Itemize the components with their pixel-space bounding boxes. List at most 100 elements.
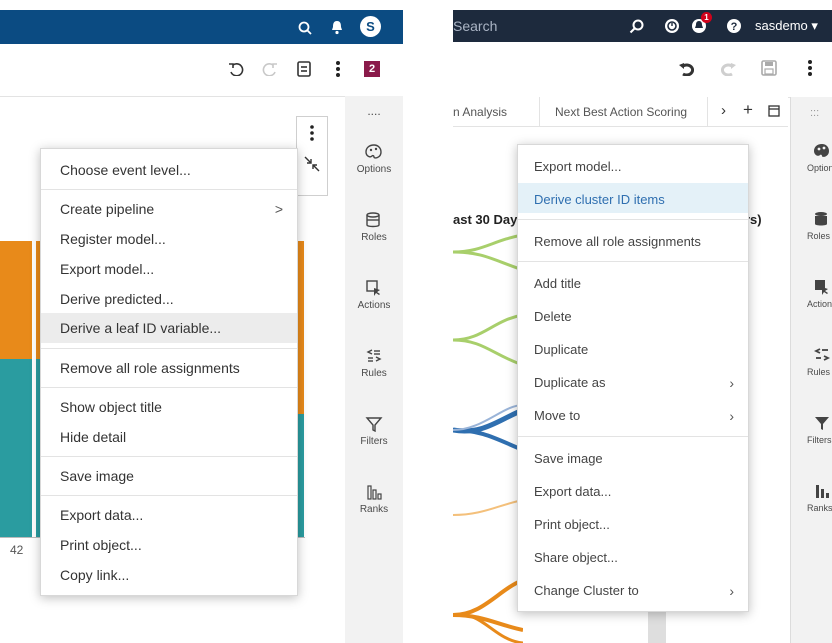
tab-strip: n Analysis Next Best Action Scoring › + bbox=[453, 97, 788, 127]
svg-text:?: ? bbox=[731, 21, 738, 33]
menu-item-show-object-title[interactable]: Show object title bbox=[41, 399, 297, 415]
menu-item-export-model[interactable]: Export model... bbox=[518, 159, 748, 174]
page-badge[interactable]: 2 bbox=[364, 61, 380, 77]
redo-icon[interactable] bbox=[721, 62, 737, 76]
menu-item-remove-role-assignments[interactable]: Remove all role assignments bbox=[41, 360, 297, 376]
menu-item-delete[interactable]: Delete bbox=[518, 309, 748, 324]
menu-item-register-model[interactable]: Register model... bbox=[41, 231, 297, 247]
rail-label: Filters bbox=[807, 435, 832, 445]
maximize-icon[interactable] bbox=[303, 155, 321, 173]
rail-item-rules[interactable]: Rules bbox=[345, 348, 403, 379]
menu-item-choose-event-level[interactable]: Choose event level... bbox=[41, 162, 297, 178]
more-vertical-icon[interactable] bbox=[807, 59, 813, 77]
screenshot-gap bbox=[403, 0, 453, 643]
search-icon[interactable] bbox=[298, 21, 312, 35]
rail-item-rules[interactable]: Rules bbox=[790, 347, 832, 377]
sankey-flows bbox=[453, 233, 523, 643]
rail-label: Ranks bbox=[807, 503, 832, 513]
rail-item-roles[interactable]: Roles bbox=[790, 211, 832, 241]
rail-item-ranks[interactable]: Ranks bbox=[345, 484, 403, 515]
menu-item-export-data[interactable]: Export data... bbox=[518, 484, 748, 499]
menu-divider bbox=[41, 189, 297, 190]
tabs-scroll-right-icon[interactable]: › bbox=[721, 102, 726, 119]
search-input[interactable]: Search bbox=[453, 18, 497, 34]
menu-item-hide-detail[interactable]: Hide detail bbox=[41, 429, 297, 445]
tab-next-best-action-scoring[interactable]: Next Best Action Scoring bbox=[555, 105, 687, 119]
menu-item-move-to[interactable]: Move to › bbox=[518, 408, 748, 424]
menu-item-derive-leaf-id[interactable]: Derive a leaf ID variable... bbox=[41, 320, 297, 336]
undo-icon[interactable] bbox=[228, 62, 244, 76]
add-page-icon[interactable]: + bbox=[743, 100, 753, 120]
save-icon[interactable] bbox=[761, 60, 777, 76]
menu-item-duplicate-as[interactable]: Duplicate as › bbox=[518, 375, 748, 391]
left-screenshot: S 2 42 .... Options Roles Actions Rules … bbox=[0, 0, 403, 643]
rail-more[interactable]: .... bbox=[345, 104, 403, 118]
menu-item-share-object[interactable]: Share object... bbox=[518, 550, 748, 565]
avatar[interactable]: S bbox=[360, 16, 381, 37]
chart-title: ast 30 Day bbox=[453, 212, 518, 227]
rail-item-filters[interactable]: Filters bbox=[790, 415, 832, 445]
rail-label: Roles bbox=[361, 232, 387, 243]
menu-item-derive-cluster-id[interactable]: Derive cluster ID items bbox=[518, 192, 748, 207]
menu-item-label: Create pipeline bbox=[60, 201, 155, 217]
menu-divider bbox=[518, 219, 748, 220]
rail-item-filters[interactable]: Filters bbox=[345, 416, 403, 447]
filter-icon bbox=[815, 417, 829, 430]
menu-divider bbox=[41, 387, 297, 388]
menu-item-remove-role-assignments[interactable]: Remove all role assignments bbox=[518, 234, 748, 249]
right-pane-rail: ::: Option Roles Action Rules Filters Ra… bbox=[790, 97, 832, 643]
filter-icon bbox=[365, 417, 383, 432]
menu-item-save-image[interactable]: Save image bbox=[41, 468, 297, 484]
menu-item-add-title[interactable]: Add title bbox=[518, 276, 748, 291]
rail-item-ranks[interactable]: Ranks bbox=[790, 483, 832, 513]
menu-item-derive-predicted[interactable]: Derive predicted... bbox=[41, 291, 297, 307]
tab-analysis[interactable]: n Analysis bbox=[453, 105, 507, 119]
rail-label: Action bbox=[807, 299, 832, 309]
history-icon[interactable] bbox=[664, 18, 680, 34]
rail-item-options[interactable]: Option bbox=[790, 143, 832, 173]
palette-icon bbox=[814, 144, 829, 157]
rail-more[interactable]: ::: bbox=[790, 107, 832, 119]
menu-item-print-object[interactable]: Print object... bbox=[41, 537, 297, 553]
bar-segment bbox=[0, 241, 32, 359]
tab-divider bbox=[539, 97, 540, 126]
rail-label: Actions bbox=[357, 300, 391, 311]
menu-item-create-pipeline[interactable]: Create pipeline > bbox=[41, 201, 297, 217]
undo-icon[interactable] bbox=[678, 62, 694, 76]
menu-divider bbox=[518, 261, 748, 262]
bell-icon[interactable] bbox=[330, 20, 344, 35]
object-menu-icon[interactable] bbox=[309, 124, 315, 142]
menu-item-label: Change Cluster to bbox=[534, 583, 639, 598]
redo-icon[interactable] bbox=[262, 62, 278, 76]
menu-item-copy-link[interactable]: Copy link... bbox=[41, 567, 297, 583]
object-context-menu: Choose event level... Create pipeline > R… bbox=[40, 148, 298, 596]
menu-item-print-object[interactable]: Print object... bbox=[518, 517, 748, 532]
menu-item-save-image[interactable]: Save image bbox=[518, 451, 748, 466]
roles-icon bbox=[815, 212, 827, 226]
cursor-icon bbox=[815, 280, 828, 295]
save-icon[interactable] bbox=[297, 61, 311, 77]
rail-label: Ranks bbox=[359, 504, 389, 515]
rail-item-options[interactable]: Options bbox=[345, 144, 403, 175]
ranks-icon bbox=[367, 485, 382, 500]
right-screenshot: Search 1 ? sasdemo ▾ n Analysis Next Bes… bbox=[453, 0, 832, 643]
menu-divider bbox=[518, 436, 748, 437]
help-icon[interactable]: ? bbox=[726, 18, 742, 34]
rail-label: Rules bbox=[807, 367, 831, 377]
menu-item-change-cluster-to[interactable]: Change Cluster to › bbox=[518, 583, 748, 599]
menu-item-label: Duplicate as bbox=[534, 375, 606, 390]
user-menu[interactable]: sasdemo ▾ bbox=[755, 18, 818, 34]
rail-item-actions[interactable]: Actions bbox=[345, 280, 403, 311]
menu-item-export-data[interactable]: Export data... bbox=[41, 507, 297, 523]
rail-label: Options bbox=[356, 164, 392, 175]
more-vertical-icon[interactable] bbox=[335, 60, 341, 78]
palette-icon bbox=[365, 144, 382, 159]
menu-item-export-model[interactable]: Export model... bbox=[41, 261, 297, 277]
rail-item-actions[interactable]: Action bbox=[790, 279, 832, 309]
menu-item-duplicate[interactable]: Duplicate bbox=[518, 342, 748, 357]
search-icon[interactable] bbox=[629, 19, 644, 34]
object-toolbar bbox=[296, 116, 328, 196]
rail-item-roles[interactable]: Roles bbox=[345, 212, 403, 243]
app-header: Search 1 ? sasdemo ▾ bbox=[453, 10, 832, 42]
page-list-icon[interactable] bbox=[768, 105, 780, 117]
